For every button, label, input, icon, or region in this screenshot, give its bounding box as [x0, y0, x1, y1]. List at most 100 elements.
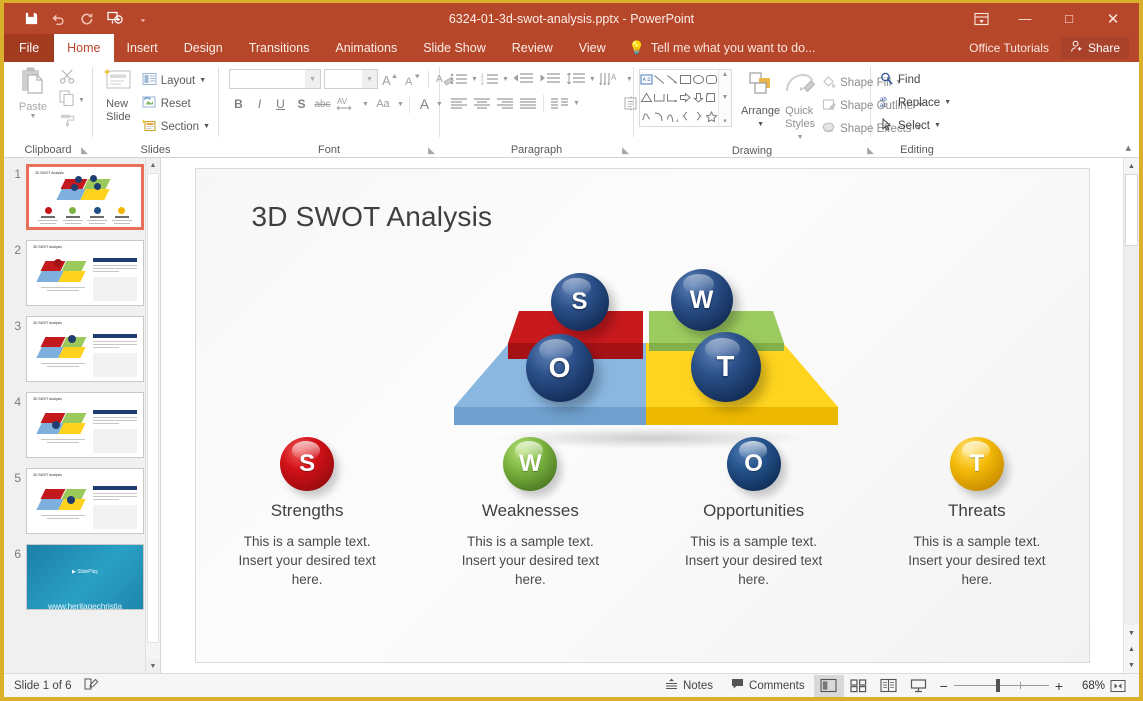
numbering-button[interactable]: 123 [479, 69, 501, 89]
section-button[interactable]: Section ▼ [139, 115, 213, 138]
decrease-indent-button[interactable] [510, 69, 536, 89]
fit-slide-icon[interactable] [1105, 679, 1131, 693]
ribbon-display-options-icon[interactable] [959, 3, 1003, 34]
tab-home[interactable]: Home [54, 34, 113, 62]
shape-arrow-icon[interactable] [666, 70, 679, 89]
shapes-scrollbar[interactable]: ▲ ▼ ▾ [718, 70, 731, 126]
shape-elbow-arrow-icon[interactable] [666, 89, 679, 108]
text-shadow-button[interactable]: S [292, 94, 311, 114]
new-slide-button[interactable]: New Slide [98, 66, 139, 124]
shapes-gallery[interactable]: A [639, 69, 732, 127]
chevron-down-icon[interactable]: ▼ [944, 99, 951, 106]
columns-button[interactable] [548, 93, 572, 113]
slide-thumbnail[interactable]: 3D SWOT Analysis [26, 468, 144, 534]
dialog-launcher-icon[interactable]: ◣ [428, 145, 435, 156]
share-button[interactable]: Share [1061, 37, 1129, 59]
chevron-down-icon[interactable]: ▼ [199, 77, 206, 84]
marker-weaknesses[interactable]: W [671, 269, 733, 331]
slide-thumbnail[interactable]: ▶ SlidePlay www.heritagechristia [26, 544, 144, 610]
scrollbar-thumb[interactable] [147, 173, 159, 643]
shape-down-arrow-icon[interactable] [692, 89, 705, 108]
thumbnail-item-5[interactable]: 5 3D SWOT Analysis [4, 468, 160, 534]
marker-opportunities[interactable]: O [526, 334, 594, 402]
tab-view[interactable]: View [566, 34, 619, 62]
scroll-up-icon[interactable]: ▲ [1124, 158, 1139, 174]
slide-sorter-icon[interactable] [844, 675, 874, 697]
bold-button[interactable]: B [229, 94, 248, 114]
chevron-down-icon[interactable] [130, 7, 156, 31]
chevron-down-icon[interactable]: ▼ [797, 131, 804, 144]
swot-3d-board[interactable]: S W O T [451, 259, 841, 459]
zoom-slider[interactable]: − + [934, 679, 1069, 693]
strikethrough-button[interactable]: abc [313, 94, 332, 114]
find-button[interactable]: Find [877, 68, 923, 91]
increase-indent-button[interactable] [537, 69, 563, 89]
font-color-button[interactable]: A [415, 94, 434, 114]
redo-icon[interactable] [74, 7, 100, 31]
tab-slide-show[interactable]: Slide Show [410, 34, 499, 62]
tab-file[interactable]: File [4, 34, 54, 62]
shape-flowchart-icon[interactable] [705, 89, 718, 108]
shape-rectangle-icon[interactable] [679, 70, 692, 89]
justify-button[interactable] [517, 93, 539, 113]
chevron-down-icon[interactable]: ▼ [471, 76, 478, 83]
scroll-down-icon[interactable]: ▼ [146, 659, 160, 673]
zoom-in-button[interactable]: + [1055, 679, 1063, 693]
bullets-button[interactable] [448, 69, 470, 89]
underline-button[interactable]: U [271, 94, 290, 114]
collapse-ribbon-button[interactable]: ▴ [1125, 141, 1131, 154]
chevron-down-icon[interactable]: ▼ [305, 70, 320, 88]
dialog-launcher-icon[interactable]: ◣ [622, 145, 629, 156]
minimize-button[interactable]: — [1003, 3, 1047, 34]
italic-button[interactable]: I [250, 94, 269, 114]
close-button[interactable]: ✕ [1091, 3, 1135, 34]
body-opportunities[interactable]: This is a sample text. Insert your desir… [674, 532, 834, 589]
shape-curve-icon[interactable] [666, 107, 679, 126]
align-left-button[interactable] [448, 93, 470, 113]
arrange-button[interactable]: Arrange ▼ [741, 69, 780, 131]
shape-right-arrow-icon[interactable] [679, 89, 692, 108]
chevron-down-icon[interactable]: ▼ [934, 122, 941, 129]
dialog-launcher-icon[interactable]: ◣ [81, 145, 88, 156]
shape-rounded-rectangle-icon[interactable] [705, 70, 718, 89]
tell-me-box[interactable]: 💡 Tell me what you want to do... [619, 34, 826, 62]
shape-elbow-connector-icon[interactable] [653, 89, 666, 108]
quick-styles-button[interactable]: Quick Styles ▼ [784, 69, 816, 144]
marker-strengths[interactable]: S [551, 273, 609, 331]
reading-view-icon[interactable] [874, 675, 904, 697]
character-spacing-button[interactable]: AV [334, 94, 360, 114]
ball-threats[interactable]: T [950, 437, 1004, 491]
line-spacing-button[interactable] [564, 69, 588, 89]
body-weaknesses[interactable]: This is a sample text. Insert your desir… [450, 532, 610, 589]
thumbnail-item-3[interactable]: 3 3D SWOT Analysis [4, 316, 160, 382]
tab-review[interactable]: Review [499, 34, 566, 62]
shape-left-brace-icon[interactable] [679, 107, 692, 126]
chevron-down-icon[interactable]: ▼ [626, 76, 633, 83]
layout-button[interactable]: Layout ▼ [139, 69, 213, 92]
user-name[interactable]: Office Tutorials [961, 41, 1057, 55]
body-strengths[interactable]: This is a sample text. Insert your desir… [227, 532, 387, 589]
scrollbar-track[interactable] [1124, 174, 1139, 625]
shape-arc-icon[interactable] [653, 107, 666, 126]
font-size-box[interactable]: ▼ [324, 69, 378, 89]
cut-button[interactable] [57, 69, 87, 89]
normal-view-icon[interactable] [814, 675, 844, 697]
zoom-level[interactable]: 68% [1069, 680, 1105, 692]
font-name-box[interactable]: ▼ [229, 69, 321, 89]
zoom-track[interactable] [954, 685, 1049, 686]
shape-right-brace-icon[interactable] [692, 107, 705, 126]
next-slide-icon[interactable]: ▼ [1124, 657, 1139, 673]
previous-slide-icon[interactable]: ▲ [1124, 641, 1139, 657]
scroll-down-icon[interactable]: ▼ [1124, 625, 1139, 641]
zoom-out-button[interactable]: − [940, 679, 948, 693]
ball-opportunities[interactable]: O [727, 437, 781, 491]
thumbnail-scrollbar[interactable]: ▲ ▼ [145, 158, 160, 673]
thumbnail-item-6[interactable]: 6 ▶ SlidePlay www.heritagechristia [4, 544, 160, 610]
chevron-down-icon[interactable]: ▼ [573, 100, 580, 107]
chevron-down-icon[interactable]: ▼ [502, 76, 509, 83]
undo-icon[interactable] [46, 7, 72, 31]
slide-thumbnail[interactable]: 3D SWOT Analysis [26, 164, 144, 230]
slide-title[interactable]: 3D SWOT Analysis [252, 201, 493, 233]
zoom-handle[interactable] [996, 679, 1000, 692]
slide-thumbnail[interactable]: 3D SWOT Analysis [26, 316, 144, 382]
